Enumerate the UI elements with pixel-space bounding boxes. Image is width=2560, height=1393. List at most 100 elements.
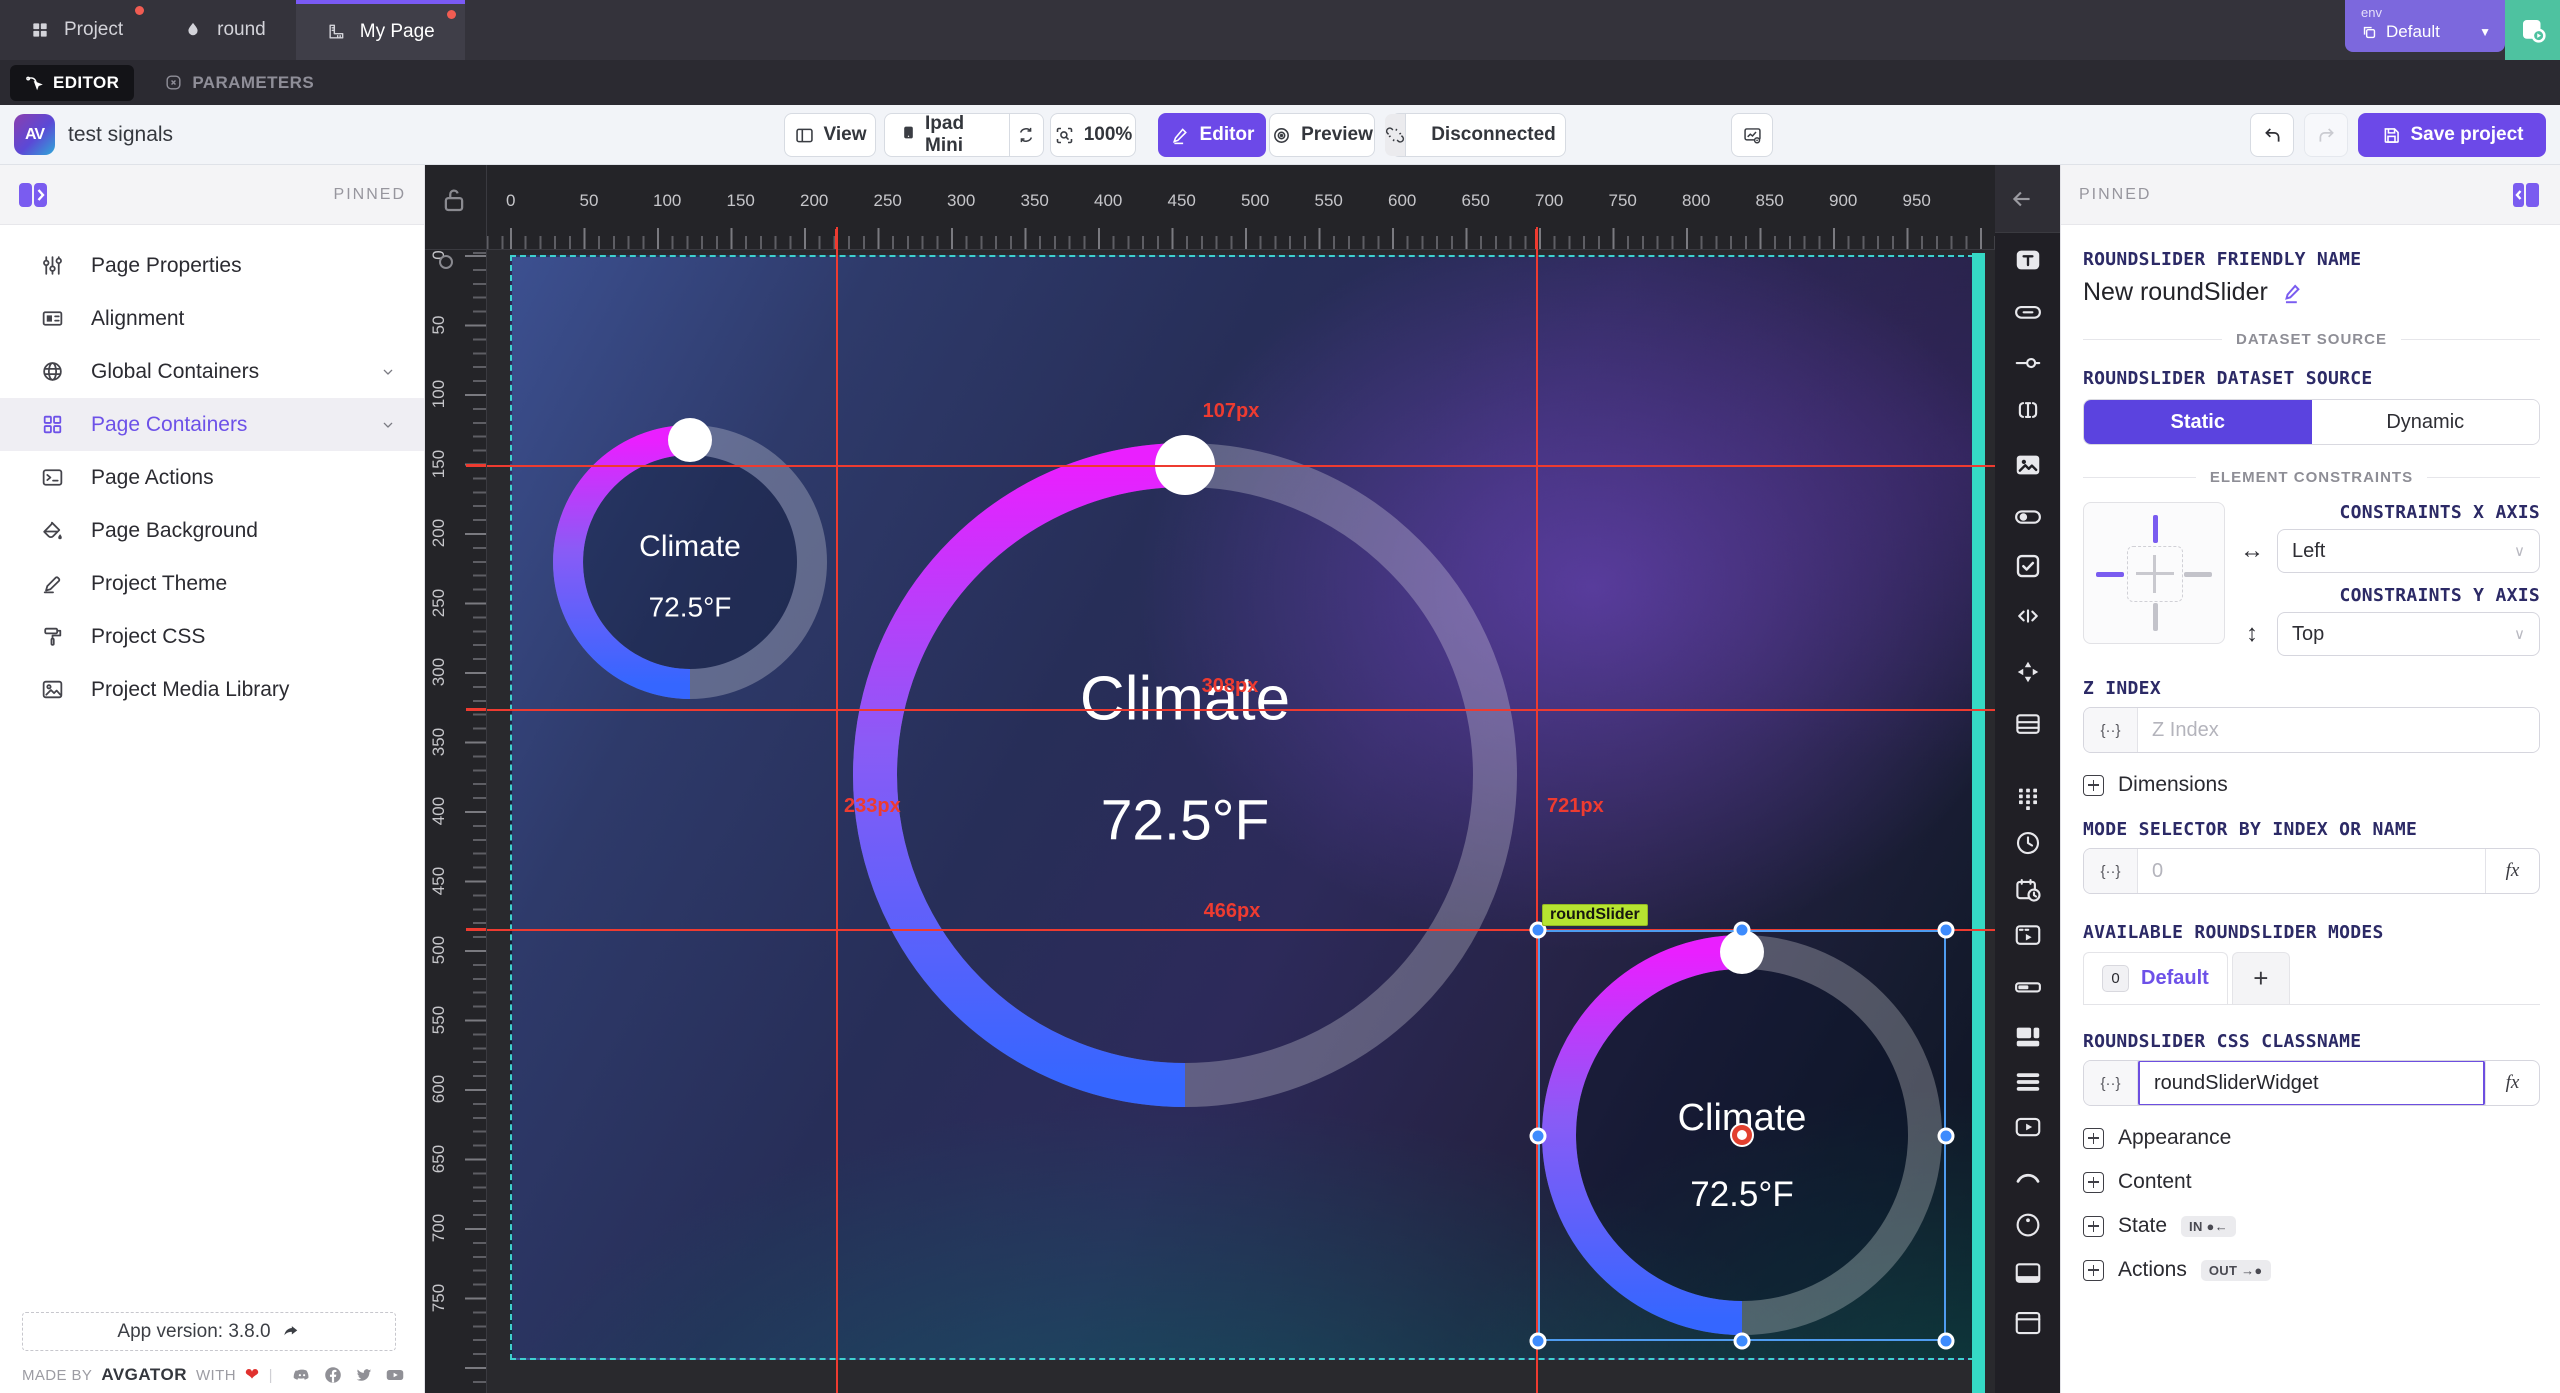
- rotate-device-icon[interactable]: [1009, 114, 1043, 156]
- preview-button[interactable]: Preview: [1269, 113, 1375, 157]
- sidebar-item-page-properties[interactable]: Page Properties: [0, 239, 424, 292]
- red-guide-vertical[interactable]: [836, 227, 838, 1393]
- zoom-button[interactable]: 100%: [1050, 113, 1136, 157]
- sidebar-collapse-toggle[interactable]: [18, 182, 50, 208]
- palette-button-icon[interactable]: [2013, 297, 2043, 327]
- redo-button[interactable]: [2304, 113, 2348, 157]
- section-state[interactable]: StateIN ●←: [2083, 1214, 2540, 1238]
- section-content[interactable]: Content: [2083, 1170, 2540, 1194]
- add-mode-button[interactable]: +: [2232, 952, 2290, 1004]
- palette-webview-icon[interactable]: [2013, 920, 2043, 950]
- section-actions[interactable]: ActionsOUT →●: [2083, 1258, 2540, 1282]
- palette-input-icon[interactable]: [2013, 395, 2043, 425]
- tab-parameters[interactable]: PARAMETERS: [164, 73, 314, 93]
- mode-selector-input[interactable]: [2138, 849, 2485, 893]
- signal-monitor-button[interactable]: [1731, 113, 1773, 157]
- undo-button[interactable]: [2250, 113, 2294, 157]
- palette-keypad-icon[interactable]: [2013, 783, 2043, 813]
- palette-card-icon[interactable]: [2013, 1308, 2043, 1338]
- binding-icon[interactable]: {··}: [2084, 708, 2138, 752]
- window-tab-round[interactable]: round: [153, 0, 296, 60]
- save-project-button[interactable]: Save project: [2358, 113, 2546, 157]
- vertical-ruler[interactable]: 0501001502002503003504004505005506006507…: [425, 250, 487, 1393]
- palette-knob-icon[interactable]: [2013, 1210, 2043, 1240]
- device-selector[interactable]: Ipad Mini: [884, 113, 1044, 157]
- z-index-input[interactable]: [2138, 708, 2539, 752]
- edit-name-icon[interactable]: [2280, 280, 2306, 306]
- roundslider-widget[interactable]: Climate 72.5°F: [813, 403, 1557, 1147]
- dataset-option-static[interactable]: Static: [2084, 400, 2312, 444]
- selection-handle[interactable]: [1530, 1333, 1547, 1350]
- palette-code-icon[interactable]: [2013, 601, 2043, 631]
- app-version-button[interactable]: App version: 3.8.0: [22, 1312, 396, 1351]
- palette-schedule-icon[interactable]: [2013, 875, 2043, 905]
- youtube-icon[interactable]: [384, 1364, 406, 1386]
- selection-handle[interactable]: [1938, 1333, 1955, 1350]
- unlock-icon[interactable]: [439, 185, 469, 215]
- palette-list-icon[interactable]: [2013, 1067, 2043, 1097]
- selection-handle[interactable]: [1734, 922, 1751, 939]
- horizontal-ruler[interactable]: 0501001502002503003504004505005506006507…: [487, 165, 1995, 250]
- selection-handle[interactable]: [1530, 1127, 1547, 1144]
- sidebar-item-page-containers[interactable]: Page Containers: [0, 398, 424, 451]
- binding-icon[interactable]: {··}: [2084, 849, 2138, 893]
- sidebar-item-page-background[interactable]: Page Background: [0, 504, 424, 557]
- view-button[interactable]: View: [784, 113, 876, 157]
- red-guide-horizontal[interactable]: [487, 709, 1995, 711]
- selection-handle[interactable]: [1734, 1333, 1751, 1350]
- palette-arc-icon[interactable]: [2013, 1162, 2043, 1192]
- app-logo[interactable]: [2505, 0, 2560, 60]
- palette-panel-icon[interactable]: [2013, 1258, 2043, 1288]
- transform-origin-marker[interactable]: [1732, 1125, 1752, 1145]
- expand-icon: [2083, 1260, 2104, 1281]
- palette-image-icon[interactable]: [2013, 450, 2043, 480]
- window-tab-project[interactable]: Project: [0, 0, 153, 60]
- constraints-widget[interactable]: [2083, 502, 2225, 644]
- palette-table-icon[interactable]: [2013, 709, 2043, 739]
- palette-checkbox-icon[interactable]: [2013, 551, 2043, 581]
- x-axis-select[interactable]: Left ∨: [2277, 529, 2540, 573]
- palette-layout-icon[interactable]: [2013, 1022, 2043, 1052]
- discord-icon[interactable]: [291, 1364, 313, 1386]
- palette-header[interactable]: [1995, 165, 2060, 233]
- environment-selector[interactable]: env Default ▼: [2345, 0, 2505, 52]
- fx-icon[interactable]: fx: [2485, 1061, 2539, 1105]
- guide-origin-marker[interactable]: [439, 255, 453, 269]
- binding-icon[interactable]: {··}: [2084, 1061, 2138, 1105]
- design-canvas[interactable]: 0501001502002503003504004505005506006507…: [425, 165, 1995, 1393]
- window-tab-my-page[interactable]: My Page: [296, 0, 465, 60]
- palette-slider-icon[interactable]: [2013, 348, 2043, 378]
- sidebar-item-project-css[interactable]: Project CSS: [0, 610, 424, 663]
- inspector-collapse-toggle[interactable]: [2510, 182, 2542, 208]
- twitter-icon[interactable]: [353, 1364, 375, 1386]
- editor-mode-button[interactable]: Editor: [1158, 113, 1266, 157]
- css-classname-input[interactable]: [2140, 1062, 2483, 1104]
- selection-handle[interactable]: [1938, 1127, 1955, 1144]
- sidebar-item-global-containers[interactable]: Global Containers: [0, 345, 424, 398]
- chevron-down-icon: ∨: [2514, 625, 2525, 643]
- dimensions-expander[interactable]: Dimensions: [2083, 773, 2540, 797]
- palette-progress-icon[interactable]: [2013, 972, 2043, 1002]
- sidebar-item-alignment[interactable]: Alignment: [0, 292, 424, 345]
- palette-clock-icon[interactable]: [2013, 828, 2043, 858]
- tab-editor[interactable]: EDITOR: [10, 65, 134, 101]
- palette-dpad-icon[interactable]: [2013, 657, 2043, 687]
- ruler-corner[interactable]: [425, 165, 487, 250]
- roundslider-widget[interactable]: Climate 72.5°F: [521, 393, 859, 731]
- dataset-option-dynamic[interactable]: Dynamic: [2312, 400, 2540, 444]
- sidebar-item-project-theme[interactable]: Project Theme: [0, 557, 424, 610]
- palette-toggle-icon[interactable]: [2013, 502, 2043, 532]
- unsaved-dot: [135, 6, 144, 15]
- mode-tab-default[interactable]: 0 Default: [2083, 952, 2228, 1004]
- red-guide-horizontal[interactable]: [487, 465, 1995, 467]
- sidebar-item-project-media-library[interactable]: Project Media Library: [0, 663, 424, 716]
- sidebar-item-page-actions[interactable]: Page Actions: [0, 451, 424, 504]
- fx-icon[interactable]: fx: [2485, 849, 2539, 893]
- y-axis-select[interactable]: Top ∨: [2277, 612, 2540, 656]
- selection-handle[interactable]: [1938, 922, 1955, 939]
- section-appearance[interactable]: Appearance: [2083, 1126, 2540, 1150]
- palette-text-icon[interactable]: [2013, 245, 2043, 275]
- palette-video-icon[interactable]: [2013, 1112, 2043, 1142]
- facebook-icon[interactable]: [322, 1364, 344, 1386]
- connection-status-button[interactable]: Disconnected: [1391, 113, 1566, 157]
